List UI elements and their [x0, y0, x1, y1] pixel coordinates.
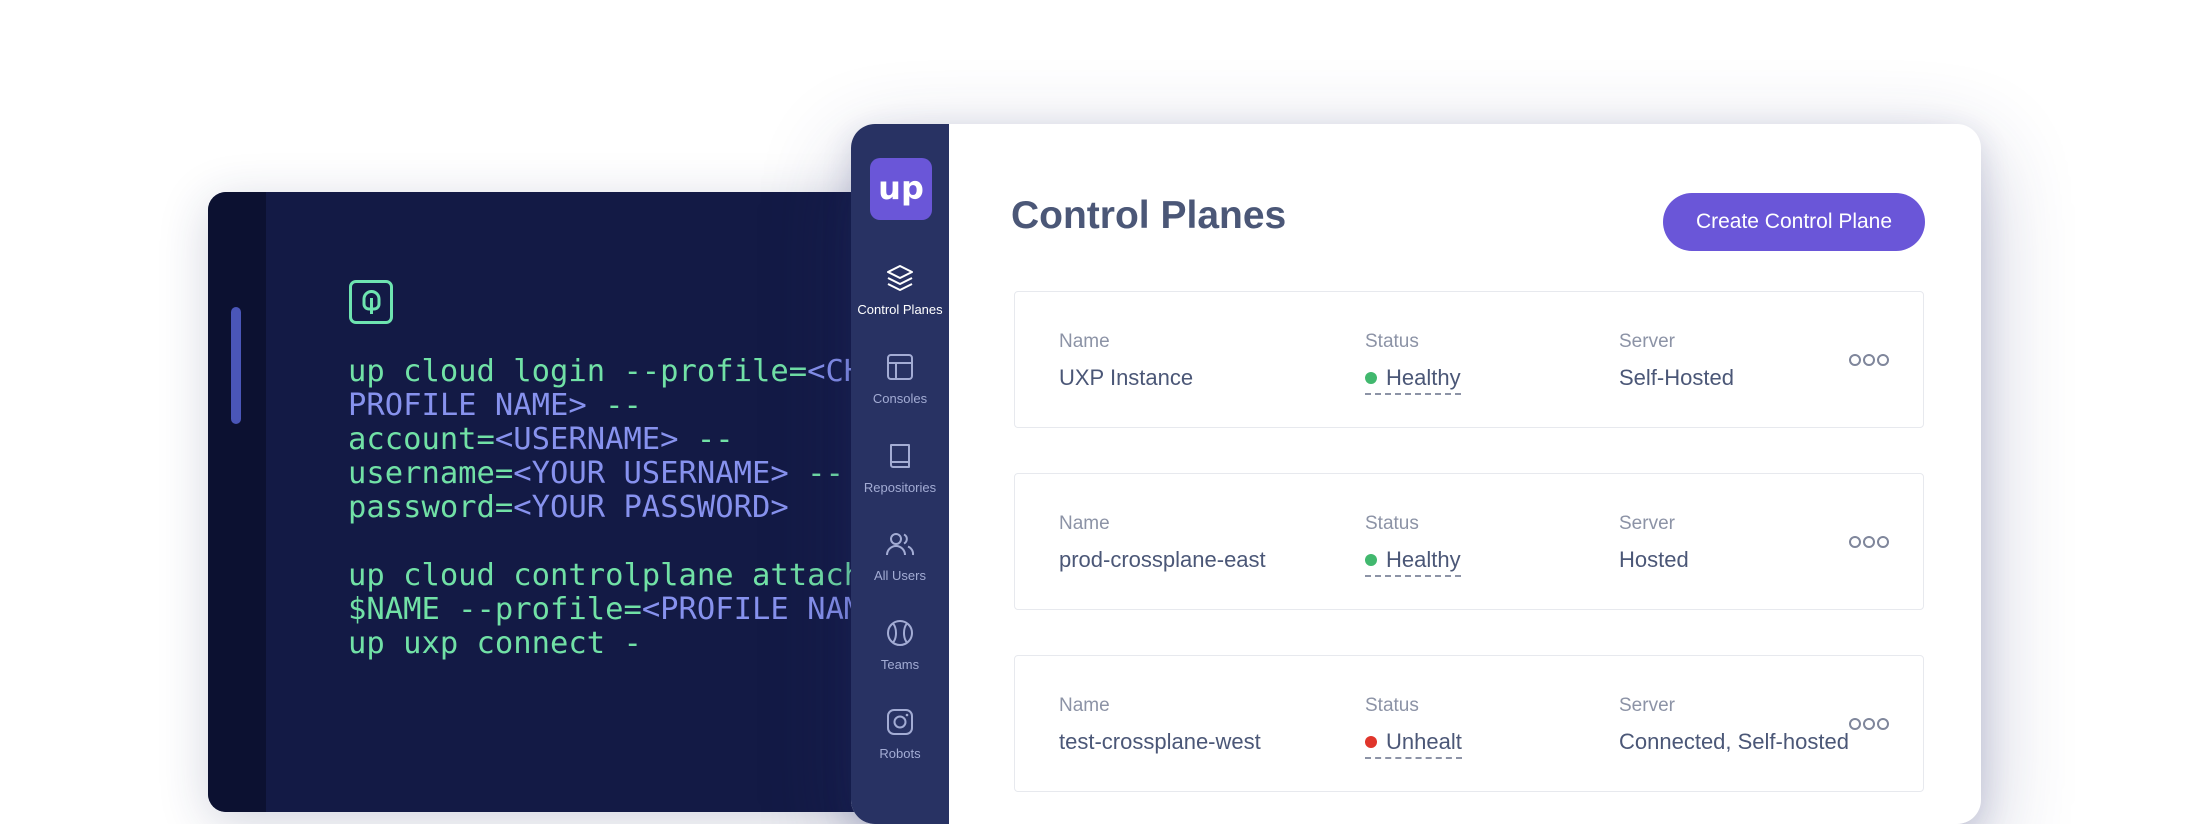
server-value: Connected, Self-hosted [1619, 729, 1849, 754]
app-window: up Control Planes Consoles Repositories [851, 124, 1981, 824]
layers-icon [887, 265, 913, 291]
terminal-command: -- [586, 388, 642, 423]
status-badge[interactable]: Healthy [1365, 365, 1461, 395]
server-column-label: Server [1619, 695, 1675, 716]
terminal-placeholder: <YOUR PASSWORD> [513, 490, 789, 525]
terminal-window: up cloud login --profile=<CH PROFILE NAME… [208, 192, 908, 812]
control-plane-name[interactable]: UXP Instance [1059, 365, 1193, 391]
sidebar: up Control Planes Consoles Repositories [851, 124, 949, 824]
control-plane-name[interactable]: test-crossplane-west [1059, 729, 1261, 755]
terminal-command: up cloud login --profile= [348, 354, 808, 389]
sidebar-item-teams[interactable]: Teams [851, 618, 949, 672]
name-column-label: Name [1059, 331, 1110, 352]
main-content: Control Planes Create Control Plane Name… [949, 124, 1981, 824]
sidebar-item-repositories[interactable]: Repositories [851, 441, 949, 495]
server-column-label: Server [1619, 331, 1675, 352]
status-column-label: Status [1365, 513, 1419, 534]
terminal-placeholder: <PROFILE NAM [641, 592, 863, 627]
terminal-line: up uxp connect - [348, 627, 862, 661]
terminal-command: up uxp connect - [348, 626, 642, 661]
sidebar-item-all-users[interactable]: All Users [851, 529, 949, 583]
terminal-gutter [208, 192, 266, 812]
control-plane-card[interactable]: Name test-crossplane-west Status Unhealt… [1014, 655, 1924, 792]
sidebar-item-consoles[interactable]: Consoles [851, 352, 949, 406]
terminal-placeholder: <YOUR USERNAME> [513, 456, 789, 491]
sidebar-item-robots[interactable]: Robots [851, 707, 949, 761]
sidebar-item-label: Repositories [863, 480, 937, 495]
server-value: Hosted [1619, 547, 1689, 572]
page-title: Control Planes [1011, 194, 1287, 237]
upbound-terminal-logo-icon [349, 280, 393, 324]
baseball-icon [887, 620, 913, 646]
terminal-command: -- [788, 456, 844, 491]
name-column-label: Name [1059, 695, 1110, 716]
terminal-scrollbar[interactable] [231, 307, 241, 424]
layout-icon [887, 354, 913, 380]
server-column-label: Server [1619, 513, 1675, 534]
name-column-label: Name [1059, 513, 1110, 534]
app-logo[interactable]: up [870, 158, 932, 220]
status-badge[interactable]: Healthy [1365, 547, 1461, 577]
terminal-line: account=<USERNAME> -- [348, 423, 862, 457]
status-dot-icon [1365, 554, 1377, 566]
terminal-placeholder: PROFILE NAME> [348, 388, 587, 423]
status-text: Healthy [1386, 365, 1461, 390]
more-options-icon[interactable] [1849, 716, 1891, 732]
status-dot-icon [1365, 736, 1377, 748]
create-control-plane-button[interactable]: Create Control Plane [1663, 193, 1925, 251]
users-icon [886, 533, 915, 556]
book-icon [890, 444, 910, 468]
sidebar-item-label: Consoles [872, 391, 928, 406]
control-plane-name[interactable]: prod-crossplane-east [1059, 547, 1266, 573]
terminal-command: up cloud controlplane attach [348, 558, 863, 593]
status-column-label: Status [1365, 695, 1419, 716]
terminal-line: $NAME --profile=<PROFILE NAM [348, 593, 862, 627]
sidebar-item-label: Teams [880, 657, 920, 672]
sidebar-item-control-planes[interactable]: Control Planes [851, 263, 949, 317]
terminal-line: up cloud controlplane attach [348, 559, 862, 593]
sidebar-item-label: Robots [879, 746, 921, 761]
status-text: Healthy [1386, 547, 1461, 572]
terminal-command: account= [348, 422, 495, 457]
terminal-code: up cloud login --profile=<CH PROFILE NAME… [348, 355, 862, 661]
terminal-line: password=<YOUR PASSWORD> [348, 491, 862, 525]
terminal-command: $NAME --profile= [348, 592, 642, 627]
sidebar-item-label: Control Planes [857, 302, 943, 317]
more-options-icon[interactable] [1849, 534, 1891, 550]
status-text: Unhealt [1386, 729, 1462, 754]
status-badge[interactable]: Unhealt [1365, 729, 1462, 759]
server-value: Self-Hosted [1619, 365, 1734, 390]
terminal-line: username=<YOUR USERNAME> -- [348, 457, 862, 491]
terminal-line: up cloud login --profile=<CH [348, 355, 862, 389]
status-column-label: Status [1365, 331, 1419, 352]
terminal-placeholder: <USERNAME> [494, 422, 679, 457]
more-options-icon[interactable] [1849, 352, 1891, 368]
control-plane-card[interactable]: Name UXP Instance Status Healthy Server … [1014, 291, 1924, 428]
terminal-command: username= [348, 456, 514, 491]
sidebar-item-label: All Users [873, 568, 926, 583]
terminal-line: PROFILE NAME> -- [348, 389, 862, 423]
status-dot-icon [1365, 372, 1377, 384]
terminal-command: -- [678, 422, 734, 457]
control-plane-card[interactable]: Name prod-crossplane-east Status Healthy… [1014, 473, 1924, 610]
robot-icon [887, 709, 913, 735]
terminal-command: password= [348, 490, 514, 525]
